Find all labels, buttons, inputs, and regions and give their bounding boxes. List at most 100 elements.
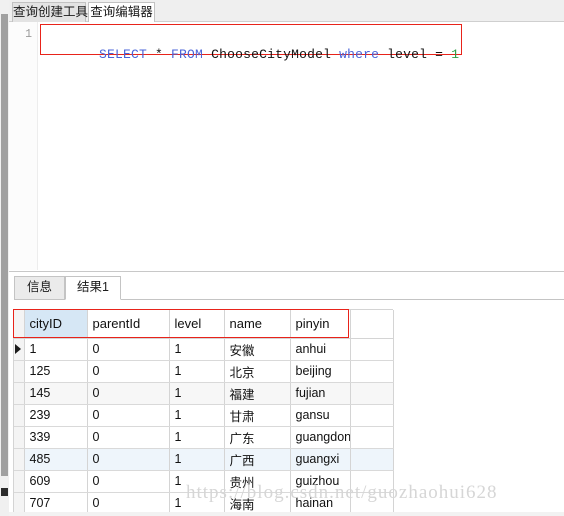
- table-row[interactable]: 339 0 1 广东 guangdong: [14, 426, 394, 449]
- cell-pinyin[interactable]: gansu: [290, 404, 351, 427]
- row-indicator[interactable]: [14, 492, 25, 515]
- table-row[interactable]: 125 0 1 北京 beijing: [14, 360, 394, 383]
- results-grid[interactable]: cityID parentId level name pinyin 1 0 1 …: [13, 309, 394, 515]
- cell-filler: [350, 338, 394, 361]
- sql-statement[interactable]: SELECT * FROM ChooseCityModel where leve…: [51, 29, 459, 80]
- sql-token-space-3: [379, 47, 387, 62]
- cell-filler: [350, 382, 394, 405]
- cell-cityID[interactable]: 609: [24, 470, 88, 493]
- current-row-arrow-icon: [15, 343, 21, 354]
- cell-level[interactable]: 1: [169, 360, 225, 383]
- cell-filler: [350, 360, 394, 383]
- column-header-cityID[interactable]: cityID: [24, 310, 88, 339]
- row-indicator[interactable]: [14, 426, 25, 449]
- table-row[interactable]: 239 0 1 甘肃 gansu: [14, 404, 394, 427]
- results-tab-bar: 信息 结果1: [9, 272, 564, 300]
- cell-pinyin[interactable]: guangxi: [290, 448, 351, 471]
- cell-parentId[interactable]: 0: [87, 360, 170, 383]
- sql-token-from: FROM: [171, 47, 204, 62]
- cell-filler: [350, 492, 394, 515]
- tab-query-editor[interactable]: 查询编辑器: [88, 2, 155, 23]
- cell-parentId[interactable]: 0: [87, 338, 170, 361]
- cell-level[interactable]: 1: [169, 492, 225, 515]
- cell-pinyin[interactable]: hainan: [290, 492, 351, 515]
- results-tab-underline: [121, 299, 564, 300]
- cell-name[interactable]: 甘肃: [224, 404, 291, 427]
- cell-name[interactable]: 安徽: [224, 338, 291, 361]
- cell-parentId[interactable]: 0: [87, 382, 170, 405]
- cell-filler: [350, 470, 394, 493]
- column-header-name[interactable]: name: [224, 310, 291, 339]
- cell-pinyin[interactable]: fujian: [290, 382, 351, 405]
- cell-name[interactable]: 广东: [224, 426, 291, 449]
- cell-pinyin[interactable]: guizhou: [290, 470, 351, 493]
- cell-level[interactable]: 1: [169, 448, 225, 471]
- row-indicator-current[interactable]: [14, 338, 25, 361]
- cell-cityID[interactable]: 707: [24, 492, 88, 515]
- cell-filler: [350, 404, 394, 427]
- grid-header-row: cityID parentId level name pinyin: [14, 310, 394, 339]
- table-row[interactable]: 707 0 1 海南 hainan: [14, 492, 394, 515]
- tab-query-builder[interactable]: 查询创建工具: [12, 2, 88, 23]
- cell-cityID[interactable]: 145: [24, 382, 88, 405]
- scrollbar-thumb[interactable]: [1, 14, 8, 476]
- cell-parentId[interactable]: 0: [87, 426, 170, 449]
- cell-parentId[interactable]: 0: [87, 404, 170, 427]
- table-row[interactable]: 145 0 1 福建 fujian: [14, 382, 394, 405]
- sql-token-star: *: [147, 47, 172, 62]
- table-row[interactable]: 1 0 1 安徽 anhui: [14, 338, 394, 361]
- tab-result-1[interactable]: 结果1: [65, 276, 121, 300]
- column-header-parentId[interactable]: parentId: [87, 310, 170, 339]
- cell-parentId[interactable]: 0: [87, 492, 170, 515]
- top-tab-bar: 查询创建工具 查询编辑器: [0, 0, 564, 23]
- query-editor-window: 查询创建工具 查询编辑器 1 SELECT * FROM ChooseCityM…: [0, 0, 564, 516]
- cell-level[interactable]: 1: [169, 426, 225, 449]
- row-indicator[interactable]: [14, 470, 25, 493]
- cell-pinyin[interactable]: anhui: [290, 338, 351, 361]
- sql-token-space-1: [203, 47, 211, 62]
- cell-pinyin[interactable]: guangdong: [290, 426, 351, 449]
- cell-level[interactable]: 1: [169, 404, 225, 427]
- cell-filler: [350, 448, 394, 471]
- cell-cityID[interactable]: 1: [24, 338, 88, 361]
- column-header-pinyin[interactable]: pinyin: [290, 310, 351, 339]
- cell-filler: [350, 426, 394, 449]
- sql-token-where: where: [339, 47, 380, 62]
- sql-editor-pane[interactable]: 1 SELECT * FROM ChooseCityModel where le…: [9, 22, 564, 270]
- cell-level[interactable]: 1: [169, 470, 225, 493]
- cell-name[interactable]: 海南: [224, 492, 291, 515]
- window-vertical-scrollbar[interactable]: [0, 0, 9, 516]
- grid-corner-cell[interactable]: [14, 310, 25, 339]
- cell-name[interactable]: 贵州: [224, 470, 291, 493]
- table-row[interactable]: 609 0 1 贵州 guizhou: [14, 470, 394, 493]
- grid-body: 1 0 1 安徽 anhui 125 0 1 北京 beijing 145 0 …: [14, 338, 394, 515]
- cell-cityID[interactable]: 485: [24, 448, 88, 471]
- sql-token-literal-1: 1: [451, 47, 460, 62]
- sql-token-equals: =: [427, 47, 452, 62]
- sql-token-select: SELECT: [99, 47, 148, 62]
- row-indicator[interactable]: [14, 448, 25, 471]
- scrollbar-bottom-button[interactable]: [1, 488, 8, 496]
- cell-name[interactable]: 广西: [224, 448, 291, 471]
- column-header-filler: [350, 310, 394, 339]
- row-indicator[interactable]: [14, 404, 25, 427]
- cell-name[interactable]: 北京: [224, 360, 291, 383]
- cell-level[interactable]: 1: [169, 382, 225, 405]
- line-number-1: 1: [25, 28, 32, 41]
- cell-cityID[interactable]: 239: [24, 404, 88, 427]
- column-header-level[interactable]: level: [169, 310, 225, 339]
- sql-token-column-level: level: [387, 47, 428, 62]
- cell-cityID[interactable]: 339: [24, 426, 88, 449]
- cell-level[interactable]: 1: [169, 338, 225, 361]
- table-row[interactable]: 485 0 1 广西 guangxi: [14, 448, 394, 471]
- cell-name[interactable]: 福建: [224, 382, 291, 405]
- tab-messages[interactable]: 信息: [14, 276, 65, 300]
- cell-cityID[interactable]: 125: [24, 360, 88, 383]
- editor-gutter: 1: [9, 22, 38, 270]
- cell-parentId[interactable]: 0: [87, 448, 170, 471]
- sql-token-space-2: [331, 47, 339, 62]
- row-indicator[interactable]: [14, 382, 25, 405]
- row-indicator[interactable]: [14, 360, 25, 383]
- cell-pinyin[interactable]: beijing: [290, 360, 351, 383]
- cell-parentId[interactable]: 0: [87, 470, 170, 493]
